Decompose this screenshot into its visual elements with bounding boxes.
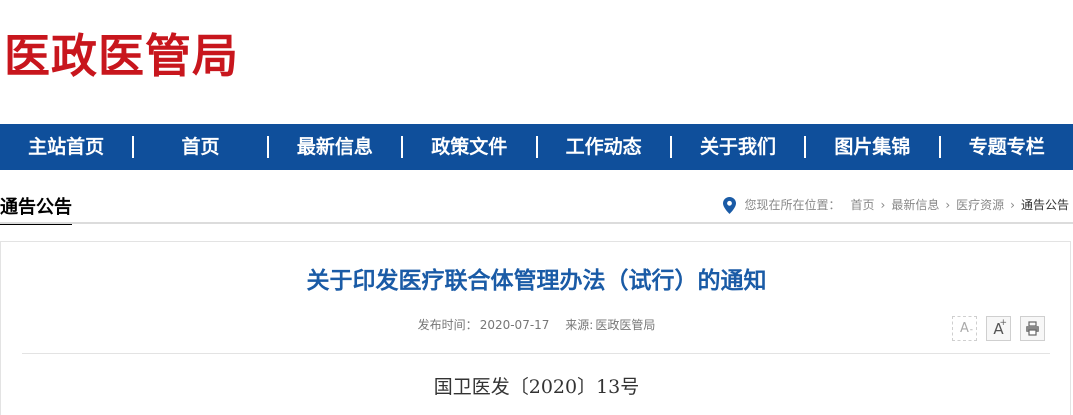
decrease-font-button[interactable]: A - — [952, 316, 977, 341]
minus-sign: - — [969, 325, 973, 335]
breadcrumb: 您现在所在位置： 首页 › 最新信息 › 医疗资源 › 通告公告 — [723, 196, 1069, 214]
article-meta: 发布时间： 2020-07-17 来源: 医政医管局 — [0, 316, 1073, 334]
article-title: 关于印发医疗联合体管理办法（试行）的通知 — [306, 268, 767, 294]
publish-label: 发布时间： — [417, 318, 478, 332]
article-tools: A - A + — [952, 316, 1045, 341]
chevron-right-icon: › — [945, 198, 951, 212]
chevron-right-icon: › — [1010, 198, 1015, 212]
section-divider — [0, 222, 1073, 224]
printer-icon — [1026, 321, 1039, 336]
font-decrease-icon: A — [960, 321, 969, 336]
nav-item-home[interactable]: 首页 — [134, 124, 266, 170]
nav-item-special-topics[interactable]: 专题专栏 — [941, 124, 1073, 170]
plus-sign: + — [999, 318, 1007, 328]
nav-item-main-home[interactable]: 主站首页 — [0, 124, 132, 170]
nav-item-about-us[interactable]: 关于我们 — [672, 124, 804, 170]
breadcrumb-latest-info[interactable]: 最新信息 — [891, 196, 939, 214]
source-value: 医政医管局 — [595, 318, 656, 332]
nav-item-latest-info[interactable]: 最新信息 — [269, 124, 401, 170]
nav-item-policy-docs[interactable]: 政策文件 — [403, 124, 535, 170]
nav-item-photo-gallery[interactable]: 图片集锦 — [806, 124, 938, 170]
nav-item-work-news[interactable]: 工作动态 — [538, 124, 670, 170]
breadcrumb-medical-resources[interactable]: 医疗资源 — [956, 196, 1004, 214]
source-label: 来源: — [565, 318, 594, 332]
breadcrumb-current[interactable]: 通告公告 — [1021, 196, 1069, 214]
print-button[interactable] — [1020, 316, 1045, 341]
site-logo[interactable]: 医政医管局 — [4, 28, 239, 84]
meta-divider — [22, 353, 1050, 354]
publish-date: 2020-07-17 — [479, 318, 550, 332]
increase-font-button[interactable]: A + — [986, 316, 1011, 341]
document-number: 国卫医发〔2020〕13号 — [433, 376, 640, 398]
main-nav: 主站首页 首页 最新信息 政策文件 工作动态 关于我们 图片集锦 专题专栏 — [0, 124, 1073, 170]
breadcrumb-home[interactable]: 首页 — [851, 196, 875, 214]
chevron-right-icon: › — [880, 198, 886, 212]
breadcrumb-prefix: 您现在所在位置： — [744, 198, 841, 212]
location-pin-icon — [723, 196, 737, 214]
section-title: 通告公告 — [0, 195, 72, 225]
